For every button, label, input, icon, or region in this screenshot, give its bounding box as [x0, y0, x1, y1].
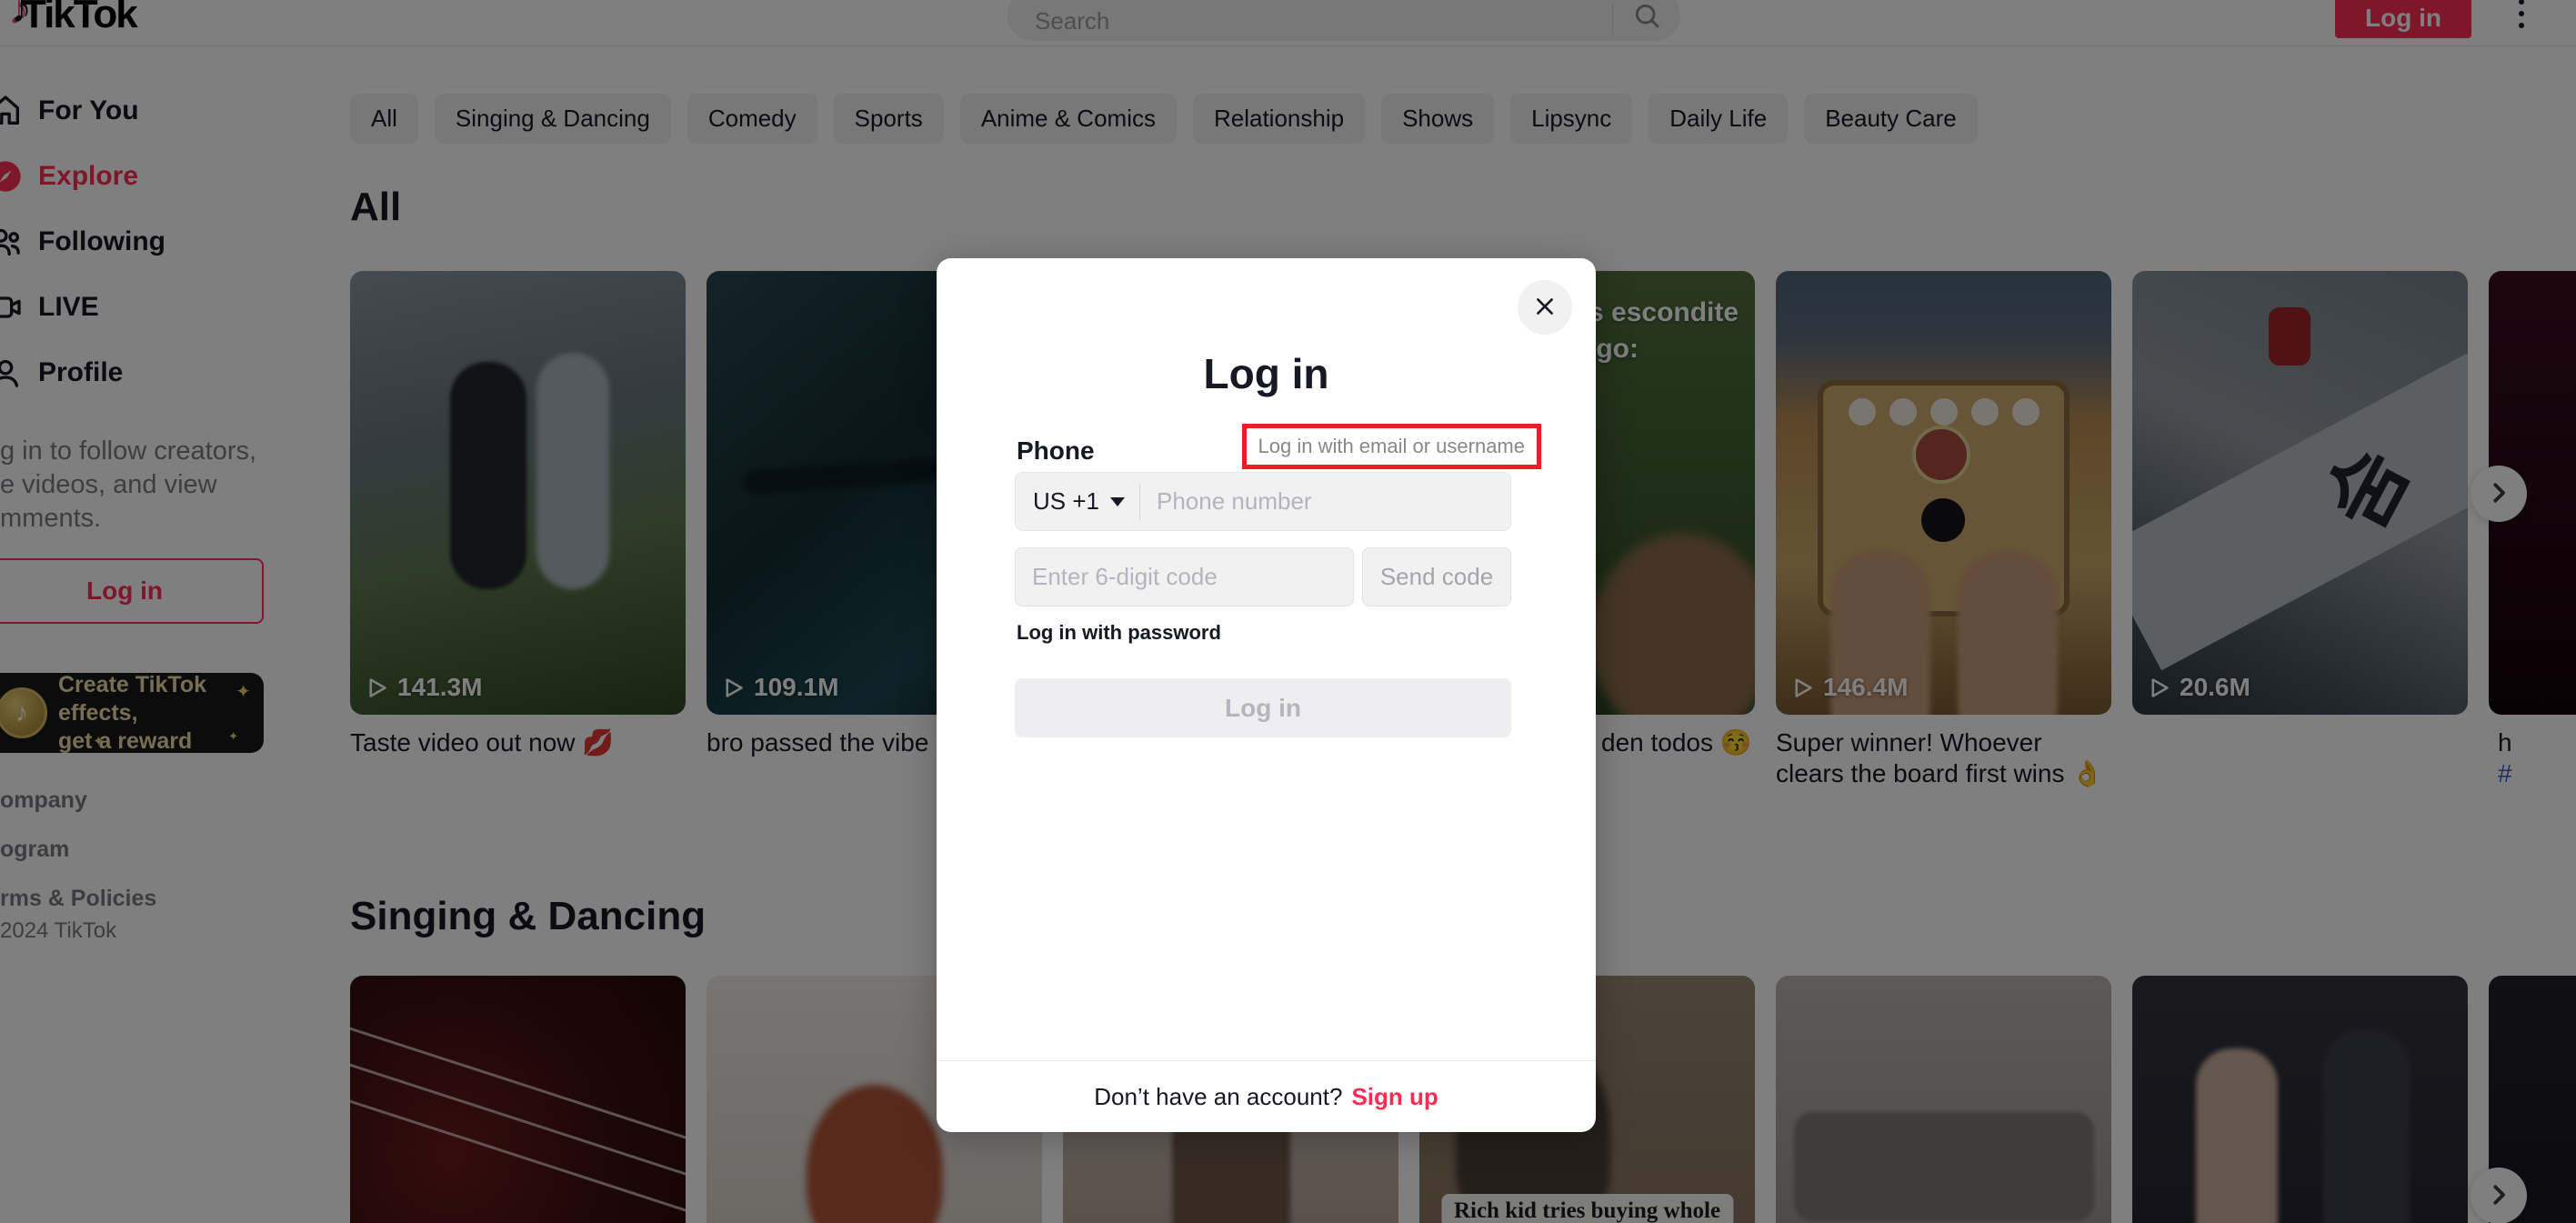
country-code-selector[interactable]: US +1	[1016, 487, 1139, 516]
chevron-down-icon	[1110, 497, 1125, 506]
login-modal: Log in Phone Log in with email or userna…	[937, 258, 1596, 1132]
phone-number-input[interactable]	[1140, 473, 1510, 530]
modal-login-button[interactable]: Log in	[1015, 678, 1511, 737]
email-username-login-link[interactable]: Log in with email or username	[1242, 424, 1541, 469]
password-login-link[interactable]: Log in with password	[1017, 621, 1221, 645]
verification-code-input[interactable]	[1015, 547, 1354, 606]
modal-close-button[interactable]	[1518, 280, 1572, 335]
phone-input-group: US +1	[1015, 472, 1511, 531]
phone-label: Phone	[1017, 436, 1095, 466]
modal-footer: Don’t have an account? Sign up	[937, 1060, 1596, 1132]
country-code-value: US +1	[1033, 487, 1099, 516]
tiktok-explore-page: ♪ TikTok Log in For You Explor	[0, 0, 2576, 1223]
signup-link[interactable]: Sign up	[1351, 1083, 1438, 1111]
code-input-group: Send code	[1015, 547, 1511, 606]
close-icon	[1533, 295, 1557, 321]
signup-prompt-text: Don’t have an account?	[1094, 1083, 1342, 1111]
modal-title: Log in	[937, 349, 1596, 398]
send-code-button[interactable]: Send code	[1362, 547, 1511, 606]
